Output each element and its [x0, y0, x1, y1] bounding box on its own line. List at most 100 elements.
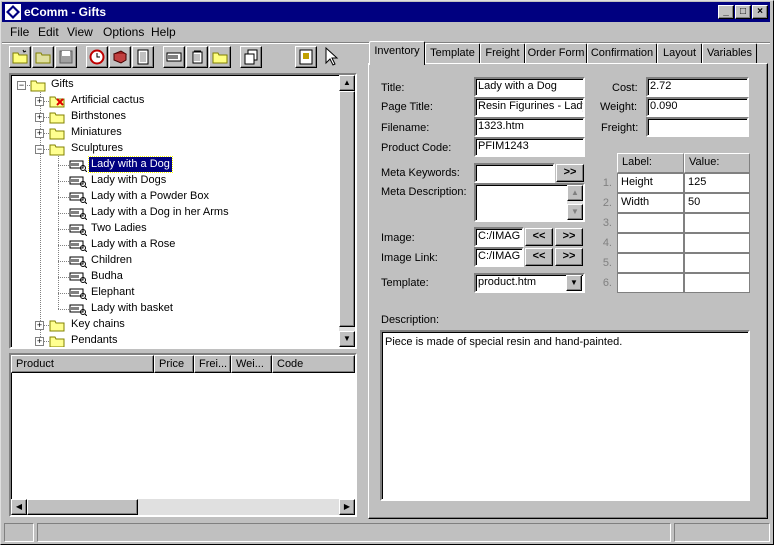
collapse-toggle[interactable]: − — [35, 145, 44, 154]
tree-item-product[interactable]: Lady with a Rose — [11, 237, 339, 253]
expand-toggle[interactable]: + — [35, 337, 44, 346]
product-list[interactable]: Product Price Frei... Wei... Code ◀ ▶ — [9, 353, 357, 517]
tree-item-product[interactable]: Lady with a Dog — [11, 156, 339, 173]
freight-field[interactable] — [646, 117, 749, 137]
close-button[interactable]: × — [752, 5, 768, 19]
menu-options[interactable]: Options — [103, 25, 144, 39]
page-title-field[interactable]: Resin Figurines - Lady — [474, 97, 585, 117]
attr-label-cell[interactable] — [617, 213, 684, 233]
tree-item-product[interactable]: Lady with Dogs — [11, 173, 339, 189]
new-folder-button[interactable] — [9, 46, 31, 68]
cost-field[interactable]: 2.72 — [646, 77, 749, 97]
menu-file[interactable]: File — [10, 25, 29, 39]
col-freight[interactable]: Frei... — [194, 355, 231, 373]
col-product[interactable]: Product — [11, 355, 154, 373]
image-link-next-button[interactable]: >> — [555, 248, 583, 266]
template-dropdown-button[interactable]: ▼ — [566, 275, 582, 291]
menu-help[interactable]: Help — [151, 25, 176, 39]
attr-label-cell[interactable]: Height — [617, 173, 684, 193]
attr-value-cell[interactable]: 50 — [684, 193, 750, 213]
expand-toggle[interactable]: + — [35, 129, 44, 138]
delete-product-button[interactable] — [186, 46, 208, 68]
meta-scroll-up-button[interactable]: ▲ — [567, 185, 583, 201]
image-field[interactable]: C:/IMAG — [474, 227, 524, 247]
maximize-button[interactable]: □ — [735, 5, 751, 19]
tab-order-form[interactable]: Order Form — [525, 43, 587, 63]
tree-item-product[interactable]: Children — [11, 253, 339, 269]
col-code[interactable]: Code — [272, 355, 355, 373]
tree-root[interactable]: − Gifts — [11, 77, 339, 93]
title-field[interactable]: Lady with a Dog — [474, 77, 585, 97]
meta-scroll-down-button[interactable]: ▼ — [567, 204, 583, 220]
meta-keywords-field[interactable] — [474, 163, 555, 183]
document-button[interactable] — [132, 46, 154, 68]
col-price[interactable]: Price — [154, 355, 194, 373]
filename-label: Filename: — [381, 122, 430, 134]
attr-value-cell[interactable] — [684, 213, 750, 233]
image-link-field[interactable]: C:/IMAG — [474, 247, 524, 267]
copy-button[interactable] — [240, 46, 262, 68]
tree-item-category[interactable]: + Pendants — [11, 333, 339, 347]
product-button[interactable] — [163, 46, 185, 68]
image-prev-button[interactable]: << — [525, 228, 553, 246]
tree-item-product[interactable]: Lady with basket — [11, 301, 339, 317]
list-hscrollbar[interactable]: ◀ ▶ — [11, 499, 355, 515]
category-tree[interactable]: − Gifts + Artificial cactus + Birthstones + Min… — [9, 73, 357, 349]
tab-inventory[interactable]: Inventory — [369, 41, 425, 65]
attr-value-cell[interactable]: 125 — [684, 173, 750, 193]
filename-field[interactable]: 1323.htm — [474, 117, 585, 137]
menu-view[interactable]: View — [67, 25, 93, 39]
collapse-toggle[interactable]: − — [17, 81, 26, 90]
open-folder-button[interactable] — [32, 46, 54, 68]
expand-toggle[interactable]: + — [35, 97, 44, 106]
tree-item-category[interactable]: + Artificial cactus — [11, 93, 339, 109]
expand-toggle[interactable]: + — [35, 113, 44, 122]
tab-layout[interactable]: Layout — [657, 43, 702, 63]
folder-button[interactable] — [209, 46, 231, 68]
tree-item-product[interactable]: Lady with a Dog in her Arms — [11, 205, 339, 221]
col-weight[interactable]: Wei... — [231, 355, 272, 373]
tree-item-product[interactable]: Two Ladies — [11, 221, 339, 237]
tree-label: Gifts — [51, 78, 74, 90]
tree-item-category[interactable]: − Sculptures — [11, 141, 339, 157]
tab-freight[interactable]: Freight — [480, 43, 525, 63]
minimize-button[interactable]: _ — [718, 5, 734, 19]
tree-item-product[interactable]: Budha — [11, 269, 339, 285]
save-button[interactable] — [55, 46, 77, 68]
hscroll-thumb[interactable] — [27, 499, 138, 515]
weight-field[interactable]: 0.090 — [646, 97, 749, 117]
image-next-button[interactable]: >> — [555, 228, 583, 246]
product-code-field[interactable]: PFIM1243 — [474, 137, 585, 157]
image-link-prev-button[interactable]: << — [525, 248, 553, 266]
preview-button[interactable] — [295, 46, 317, 68]
book-button[interactable] — [109, 46, 131, 68]
tab-template[interactable]: Template — [425, 43, 480, 63]
tree-item-product[interactable]: Lady with a Powder Box — [11, 189, 339, 205]
tab-confirmation[interactable]: Confirmation — [587, 43, 657, 63]
attr-label-cell[interactable] — [617, 273, 684, 293]
attr-value-cell[interactable] — [684, 253, 750, 273]
tab-variables[interactable]: Variables — [702, 43, 757, 63]
scroll-down-button[interactable]: ▼ — [339, 331, 355, 347]
menu-edit[interactable]: Edit — [38, 25, 59, 39]
meta-keywords-next-button[interactable]: >> — [556, 164, 584, 182]
tree-item-category[interactable]: + Birthstones — [11, 109, 339, 125]
tree-label: Budha — [91, 270, 123, 282]
attr-value-cell[interactable] — [684, 233, 750, 253]
tree-item-category[interactable]: + Key chains — [11, 317, 339, 333]
attr-label-cell[interactable] — [617, 253, 684, 273]
tree-item-category[interactable]: + Miniatures — [11, 125, 339, 141]
attr-value-cell[interactable] — [684, 273, 750, 293]
scroll-thumb[interactable] — [339, 91, 355, 327]
meta-description-scrollbar[interactable]: ▲ ▼ — [567, 185, 583, 220]
tree-item-product[interactable]: Elephant — [11, 285, 339, 301]
attr-label-cell[interactable]: Width — [617, 193, 684, 213]
description-field[interactable]: Piece is made of special resin and hand-… — [380, 330, 750, 501]
attr-label-cell[interactable] — [617, 233, 684, 253]
expand-toggle[interactable]: + — [35, 321, 44, 330]
tree-scrollbar[interactable]: ▲ ▼ — [339, 75, 355, 347]
scroll-left-button[interactable]: ◀ — [11, 499, 27, 515]
scroll-up-button[interactable]: ▲ — [339, 75, 355, 91]
clock-button[interactable] — [86, 46, 108, 68]
scroll-right-button[interactable]: ▶ — [339, 499, 355, 515]
